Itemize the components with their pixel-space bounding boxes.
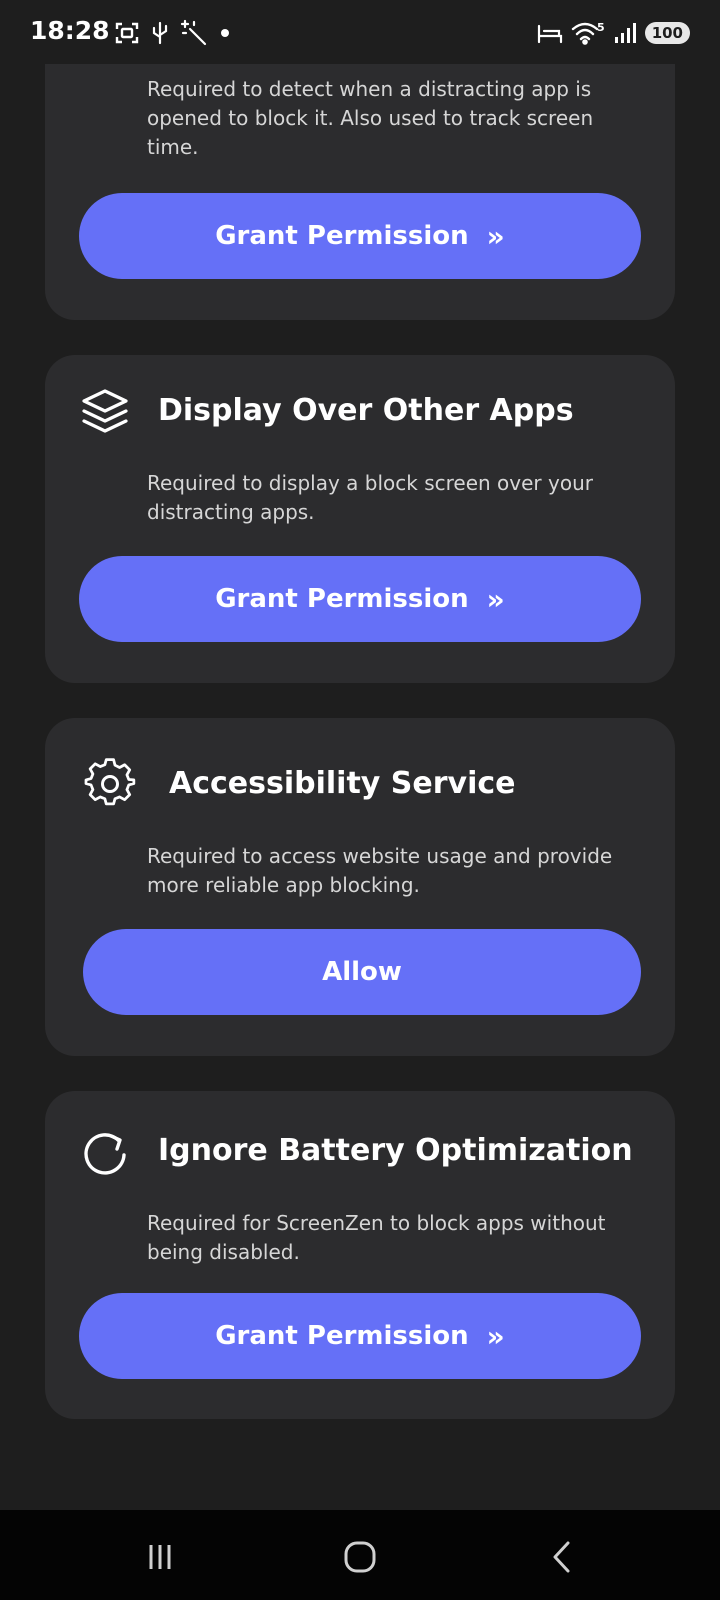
double-chevron-right-icon: » <box>486 219 505 253</box>
card-description: Required to access website usage and pro… <box>147 844 613 897</box>
permissions-list: Required to detect when a distracting ap… <box>0 0 720 1510</box>
battery-optimization-card: Ignore Battery Optimization Required for… <box>45 1091 675 1419</box>
card-title: Display Over Other Apps <box>158 393 574 428</box>
button-label: Grant Permission <box>215 221 469 251</box>
network-type-label: 5 <box>597 21 605 34</box>
double-chevron-right-icon: » <box>486 1319 505 1353</box>
signal-icon <box>614 23 636 43</box>
wifi-icon: 5 <box>571 21 605 45</box>
layers-icon <box>82 389 128 433</box>
card-title: Accessibility Service <box>169 766 516 801</box>
status-time: 18:28 <box>30 16 110 45</box>
navigation-bar <box>0 1510 720 1600</box>
grant-permission-button[interactable]: Grant Permission » <box>79 1293 641 1379</box>
card-description: Required to display a block screen over … <box>147 471 593 524</box>
bed-icon <box>537 24 563 44</box>
status-bar: 18:28 5 100 <box>0 0 720 64</box>
back-icon <box>553 1541 570 1573</box>
button-label: Allow <box>322 957 402 987</box>
double-chevron-right-icon: » <box>486 582 505 616</box>
allow-button[interactable]: Allow <box>83 929 641 1015</box>
refresh-icon <box>84 1133 126 1175</box>
status-right-icons: 5 100 <box>537 19 690 47</box>
home-icon <box>344 1541 376 1573</box>
status-left-icons <box>114 19 232 47</box>
card-title: Ignore Battery Optimization <box>158 1133 633 1168</box>
button-label: Grant Permission <box>215 584 469 614</box>
recents-icon <box>149 1545 171 1569</box>
home-button[interactable] <box>330 1532 390 1582</box>
card-description: Required to detect when a distracting ap… <box>147 77 594 159</box>
grant-permission-button[interactable]: Grant Permission » <box>79 556 641 642</box>
display-over-apps-card: Display Over Other Apps Required to disp… <box>45 355 675 683</box>
card-description: Required for ScreenZen to block apps wit… <box>147 1211 606 1264</box>
button-label: Grant Permission <box>215 1321 469 1351</box>
magic-wand-icon <box>180 19 207 46</box>
gear-icon <box>84 758 136 806</box>
accessibility-service-card: Accessibility Service Required to access… <box>45 718 675 1056</box>
back-button[interactable] <box>532 1532 592 1582</box>
dot-icon <box>221 29 229 37</box>
battery-level: 100 <box>644 22 690 44</box>
usb-icon <box>152 21 168 45</box>
grant-permission-button[interactable]: Grant Permission » <box>79 193 641 279</box>
screenshot-icon <box>115 22 139 44</box>
recents-button[interactable] <box>130 1532 190 1582</box>
